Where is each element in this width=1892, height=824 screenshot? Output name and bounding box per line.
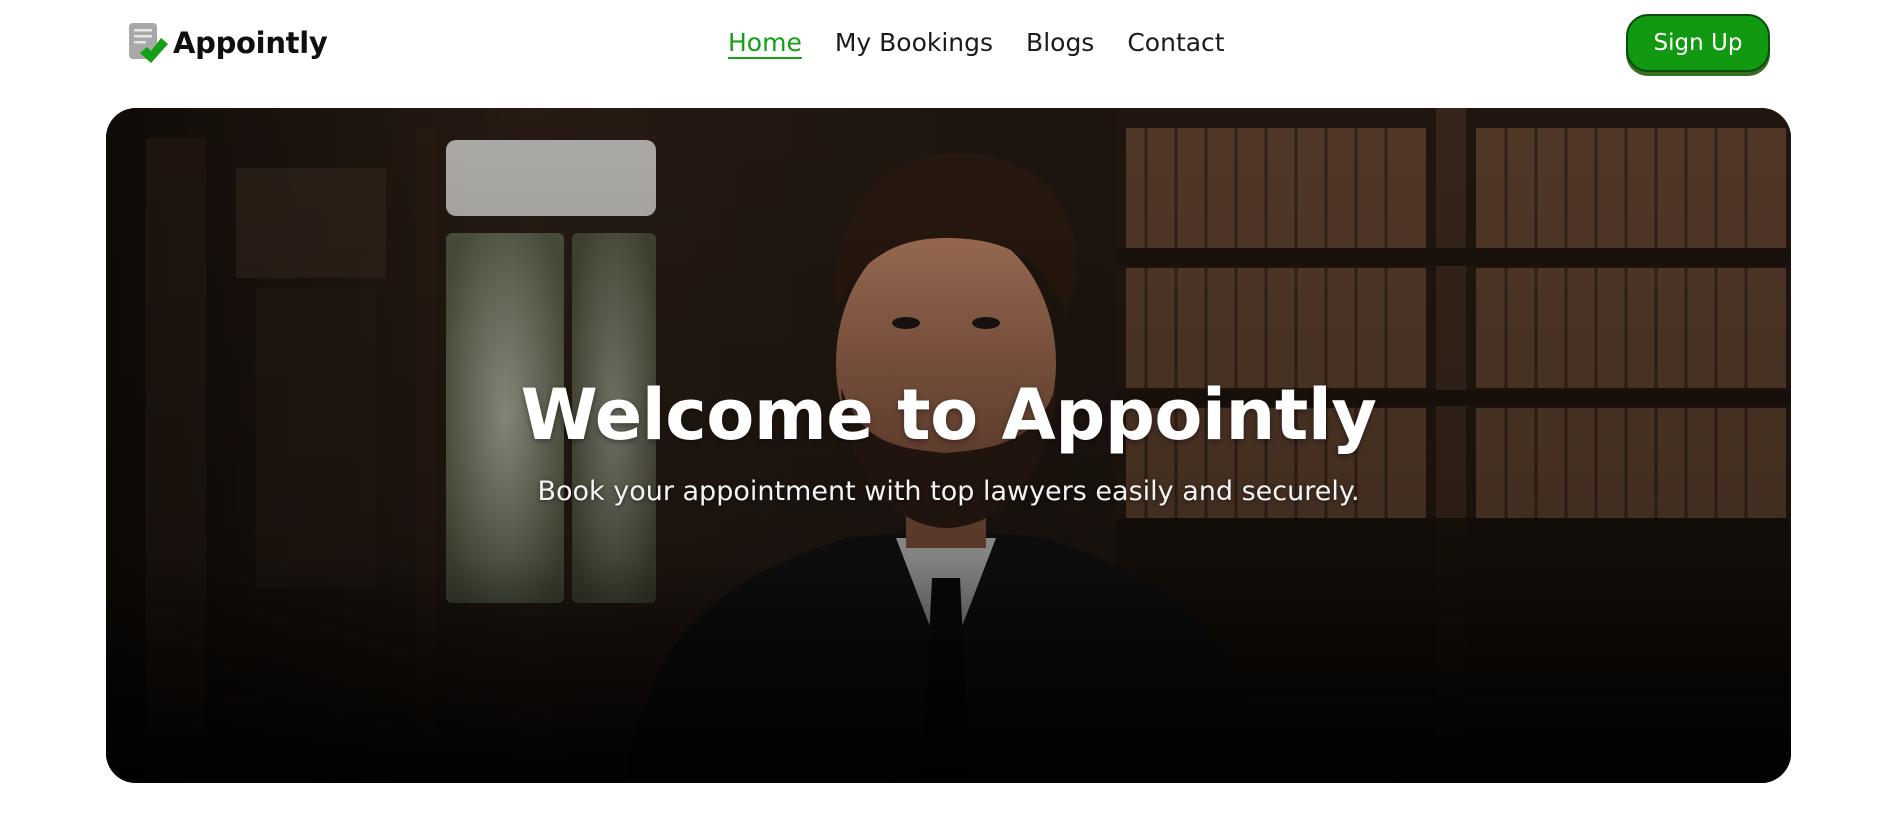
top-navbar: Appointly Home My Bookings Blogs Contact… xyxy=(0,0,1892,100)
nav-link-blogs[interactable]: Blogs xyxy=(1026,24,1094,62)
nav-link-my-bookings[interactable]: My Bookings xyxy=(835,24,993,62)
hero-title: Welcome to Appointly xyxy=(520,374,1377,456)
brand-home-link[interactable]: Appointly xyxy=(127,18,328,68)
sign-up-button[interactable]: Sign Up xyxy=(1626,14,1770,72)
hero-text: Welcome to Appointly Book your appointme… xyxy=(106,370,1791,510)
brand-name: Appointly xyxy=(173,26,328,60)
hero-banner: Welcome to Appointly Book your appointme… xyxy=(106,108,1791,783)
main-nav: Home My Bookings Blogs Contact xyxy=(728,24,1258,62)
nav-link-home[interactable]: Home xyxy=(728,24,802,62)
document-check-icon xyxy=(129,23,168,63)
hero-subtitle: Book your appointment with top lawyers e… xyxy=(537,476,1360,507)
nav-link-contact[interactable]: Contact xyxy=(1127,24,1224,62)
